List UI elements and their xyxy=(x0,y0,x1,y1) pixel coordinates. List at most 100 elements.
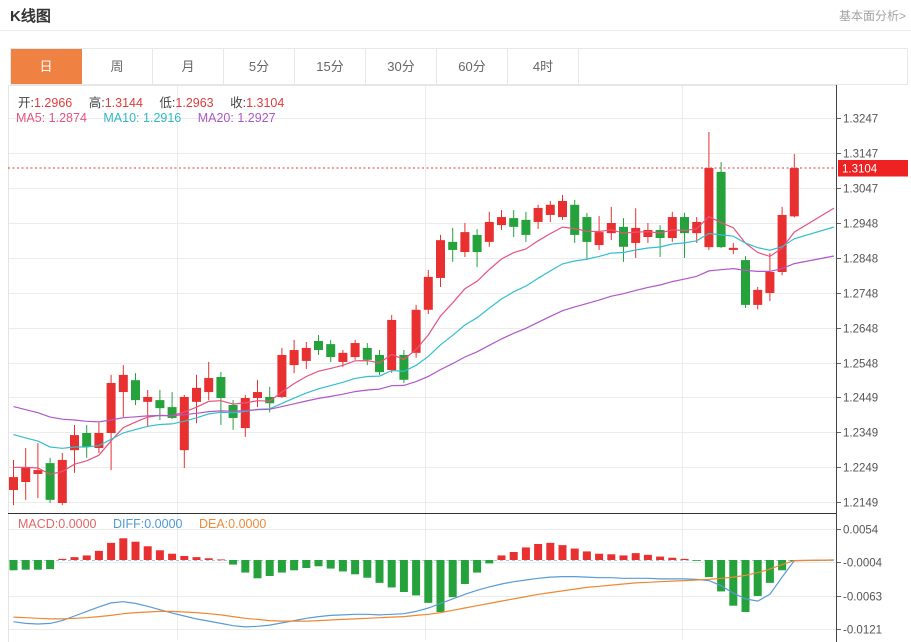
price-tick-label: 1.2648 xyxy=(843,324,878,336)
macd-hist-bar xyxy=(302,560,310,568)
candle-body xyxy=(338,353,347,362)
candle-body xyxy=(570,205,579,235)
candle-body xyxy=(631,228,640,243)
macd-hist-bar xyxy=(571,549,579,560)
candle-body xyxy=(753,290,762,305)
candle-body xyxy=(265,397,274,403)
macd-hist-bar xyxy=(754,560,762,596)
macd-hist-bar xyxy=(107,543,115,560)
macd-hist-bar xyxy=(22,560,30,570)
price-tick-label: 1.3147 xyxy=(843,149,878,161)
macd-hist-bar xyxy=(388,560,396,587)
macd-hist-bar xyxy=(742,560,750,612)
candle-body xyxy=(485,222,494,242)
price-tick-label: 1.2748 xyxy=(843,289,878,301)
macd-hist-bar xyxy=(485,560,493,563)
candle-body xyxy=(692,222,701,233)
candle-body xyxy=(253,392,262,398)
candle-body xyxy=(619,227,628,247)
candle-body xyxy=(582,217,591,242)
candle-body xyxy=(204,378,213,392)
macd-hist-bar xyxy=(46,560,54,569)
candle-body xyxy=(473,235,482,252)
candle-body xyxy=(656,230,665,238)
candle-body xyxy=(448,242,457,250)
macd-tick-label: -0.0121 xyxy=(843,625,882,637)
macd-hist-bar xyxy=(144,546,152,560)
high-value: 1.3144 xyxy=(105,96,143,110)
macd-hist-bar xyxy=(168,554,176,560)
macd-hist-bar xyxy=(559,545,567,560)
candle-body xyxy=(326,344,335,357)
ma20-label: MA20: xyxy=(198,111,234,125)
candle-body xyxy=(765,272,774,293)
macd-hist-bar xyxy=(632,553,640,560)
macd-hist-bar xyxy=(705,560,713,577)
candle-body xyxy=(534,208,543,222)
candle-body xyxy=(119,375,128,392)
candle-body xyxy=(155,400,164,408)
macd-label: MACD: xyxy=(18,517,58,531)
open-label: 开: xyxy=(18,96,34,110)
candle-body xyxy=(460,232,469,252)
macd-hist-bar xyxy=(119,538,127,560)
candlesticks xyxy=(9,132,799,505)
ma5-line xyxy=(14,208,835,474)
macd-hist-bar xyxy=(71,557,79,560)
ohlc-readout: 开:1.2966 高:1.3144 低:1.2963 收:1.3104 xyxy=(18,92,284,111)
macd-hist-bar xyxy=(583,551,591,560)
candle-body xyxy=(180,397,189,450)
ma-lines xyxy=(14,208,835,474)
ma-readout: MA5: 1.2874 MA10: 1.2916 MA20: 1.2927 xyxy=(16,111,276,125)
candle-body xyxy=(436,240,445,278)
macd-hist-bar xyxy=(400,560,408,592)
macd-hist-bar xyxy=(510,552,518,560)
candle-body xyxy=(741,260,750,305)
candle-body xyxy=(375,355,384,372)
ma10-line xyxy=(14,227,835,448)
macd-hist-bar xyxy=(254,560,262,578)
macd-hist-bar xyxy=(449,560,457,597)
candle-body xyxy=(351,343,360,357)
candle-body xyxy=(387,320,396,370)
macd-hist-bar xyxy=(83,555,91,560)
macd-hist-bar xyxy=(656,557,664,560)
macd-hist-bar xyxy=(766,560,774,583)
diff-label: DIFF: xyxy=(113,517,144,531)
price-tick-label: 1.2349 xyxy=(843,428,878,440)
macd-tick-label: -0.0004 xyxy=(843,558,883,570)
macd-hist-bar xyxy=(156,550,164,560)
candle-body xyxy=(424,277,433,310)
close-label: 收: xyxy=(230,96,246,110)
candle-body xyxy=(558,201,567,217)
candle-body xyxy=(277,355,286,397)
low-label: 低: xyxy=(159,96,175,110)
macd-tick-label: 0.0054 xyxy=(843,525,879,537)
macd-hist-bar xyxy=(729,560,737,606)
candle-body xyxy=(595,232,604,245)
candle-body xyxy=(21,468,30,482)
price-tick-label: 1.3047 xyxy=(843,184,878,196)
macd-hist-bar xyxy=(644,555,652,560)
candle-body xyxy=(729,248,738,250)
macd-hist-bar xyxy=(241,560,249,573)
candle-body xyxy=(290,350,299,365)
candle-body xyxy=(546,205,555,215)
macd-readout: MACD:0.0000 DIFF:0.0000 DEA:0.0000 xyxy=(18,517,266,531)
candle-body xyxy=(192,388,201,402)
low-value: 1.2963 xyxy=(175,96,213,110)
candle-body xyxy=(790,168,799,216)
candle-body xyxy=(717,172,726,247)
current-price-tag-label: 1.3104 xyxy=(842,164,878,176)
macd-hist-bar xyxy=(10,560,18,570)
macd-hist-bar xyxy=(412,560,420,595)
macd-hist-bar xyxy=(424,560,432,603)
macd-hist-bar xyxy=(607,554,615,560)
price-tick-label: 1.2449 xyxy=(843,393,878,405)
price-tick-label: 1.3247 xyxy=(843,114,878,126)
candle-body xyxy=(82,433,91,447)
candle-body xyxy=(131,380,140,400)
candle-body xyxy=(363,348,372,360)
candle-body xyxy=(46,463,55,500)
macd-hist-bar xyxy=(620,555,628,560)
